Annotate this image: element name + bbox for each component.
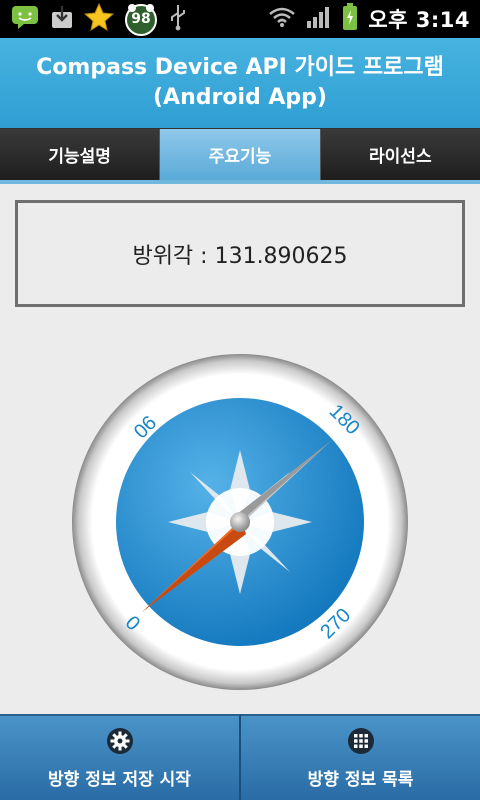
usb-icon xyxy=(168,3,188,35)
tab-feature-description[interactable]: 기능설명 xyxy=(0,129,161,180)
direction-list-button[interactable]: 방향 정보 목록 xyxy=(241,714,480,800)
azimuth-display: 방위각 : 131.890625 xyxy=(15,200,465,307)
status-time: 오후 3:14 xyxy=(368,8,470,32)
page-subtitle: (Android App) xyxy=(153,85,327,110)
azimuth-value: 방위각 : 131.890625 xyxy=(132,243,348,269)
star-icon xyxy=(83,2,115,35)
badge-icon: 98 xyxy=(124,2,158,36)
battery-icon xyxy=(342,3,358,35)
gear-icon xyxy=(106,727,133,754)
direction-list-label: 방향 정보 목록 xyxy=(307,769,414,790)
message-icon xyxy=(10,4,40,34)
signal-icon xyxy=(306,5,332,33)
badge-count: 98 xyxy=(131,11,151,27)
tab-license[interactable]: 라이선스 xyxy=(320,129,480,180)
tab-bar: 기능설명 주요기능 라이선스 xyxy=(0,128,480,184)
bottom-action-bar: 방향 정보 저장 시작 방향 정보 목록 xyxy=(0,714,480,800)
app-header: Compass Device API 가이드 프로그램 (Android App… xyxy=(0,38,480,128)
status-bar: 98 오후 3:14 xyxy=(0,0,480,38)
start-saving-direction-button[interactable]: 방향 정보 저장 시작 xyxy=(0,714,241,800)
start-saving-direction-label: 방향 정보 저장 시작 xyxy=(48,769,191,790)
compass-dial: 0 90 180 270 xyxy=(72,354,408,690)
download-icon xyxy=(50,4,74,34)
page-title: Compass Device API 가이드 프로그램 xyxy=(36,55,444,80)
tab-main-features[interactable]: 주요기능 xyxy=(160,129,321,180)
wifi-icon xyxy=(268,6,296,32)
grid-menu-icon xyxy=(347,727,374,754)
